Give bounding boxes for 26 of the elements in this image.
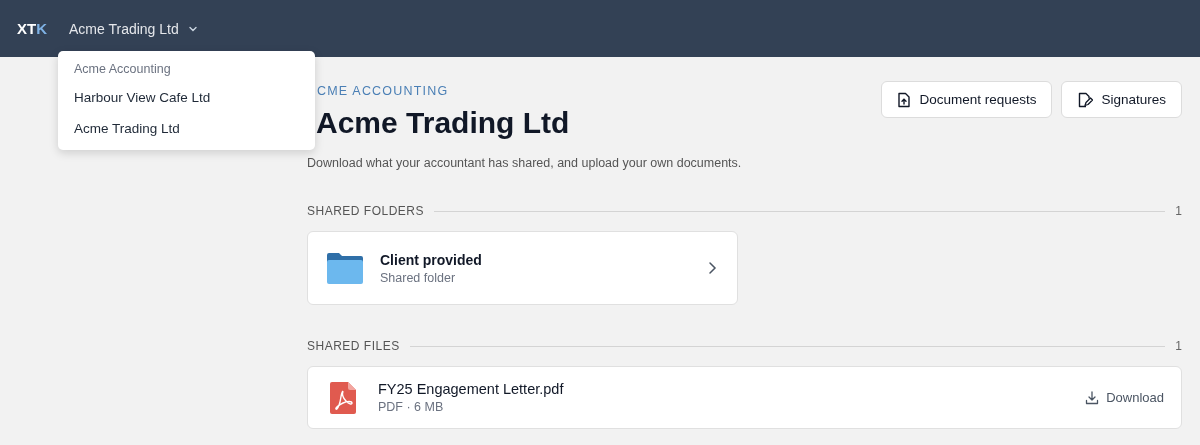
page-subtitle: Download what your accountant has shared, and upload your own documents. <box>307 156 742 170</box>
organization-switcher[interactable]: Acme Trading Ltd <box>69 20 199 37</box>
menu-group-label: Acme Accounting <box>73 61 172 78</box>
folder-icon <box>326 251 364 285</box>
file-meta: PDF · 6 MB <box>378 400 445 414</box>
signatures-button[interactable]: Signatures <box>1061 81 1182 118</box>
file-name: FY25 Engagement Letter.pdf <box>378 381 565 397</box>
pdf-file-icon <box>330 381 356 414</box>
folder-subtitle: Shared folder <box>380 270 457 285</box>
item-count: 1 <box>1175 204 1182 218</box>
chevron-right-icon <box>707 261 717 275</box>
page-title: Acme Trading Ltd <box>316 106 571 140</box>
download-button[interactable]: Download <box>1085 390 1164 405</box>
file-pen-icon <box>1077 91 1094 108</box>
firm-name: CME ACCOUNTING <box>316 84 450 98</box>
file-upload-icon <box>897 91 912 108</box>
section-heading: SHARED FOLDERS <box>307 204 425 218</box>
download-icon <box>1085 390 1100 405</box>
folder-card[interactable]: Client provided Shared folder <box>307 231 738 305</box>
document-requests-button[interactable]: Document requests <box>881 81 1053 118</box>
menu-item[interactable]: Harbour View Cafe Ltd <box>58 82 315 113</box>
menu-item[interactable]: Acme Trading Ltd <box>58 113 315 144</box>
folder-name: Client provided <box>380 251 483 268</box>
section-heading: SHARED FILES <box>307 339 400 353</box>
item-count: 1 <box>1175 339 1182 353</box>
logo: XTK <box>17 20 47 37</box>
